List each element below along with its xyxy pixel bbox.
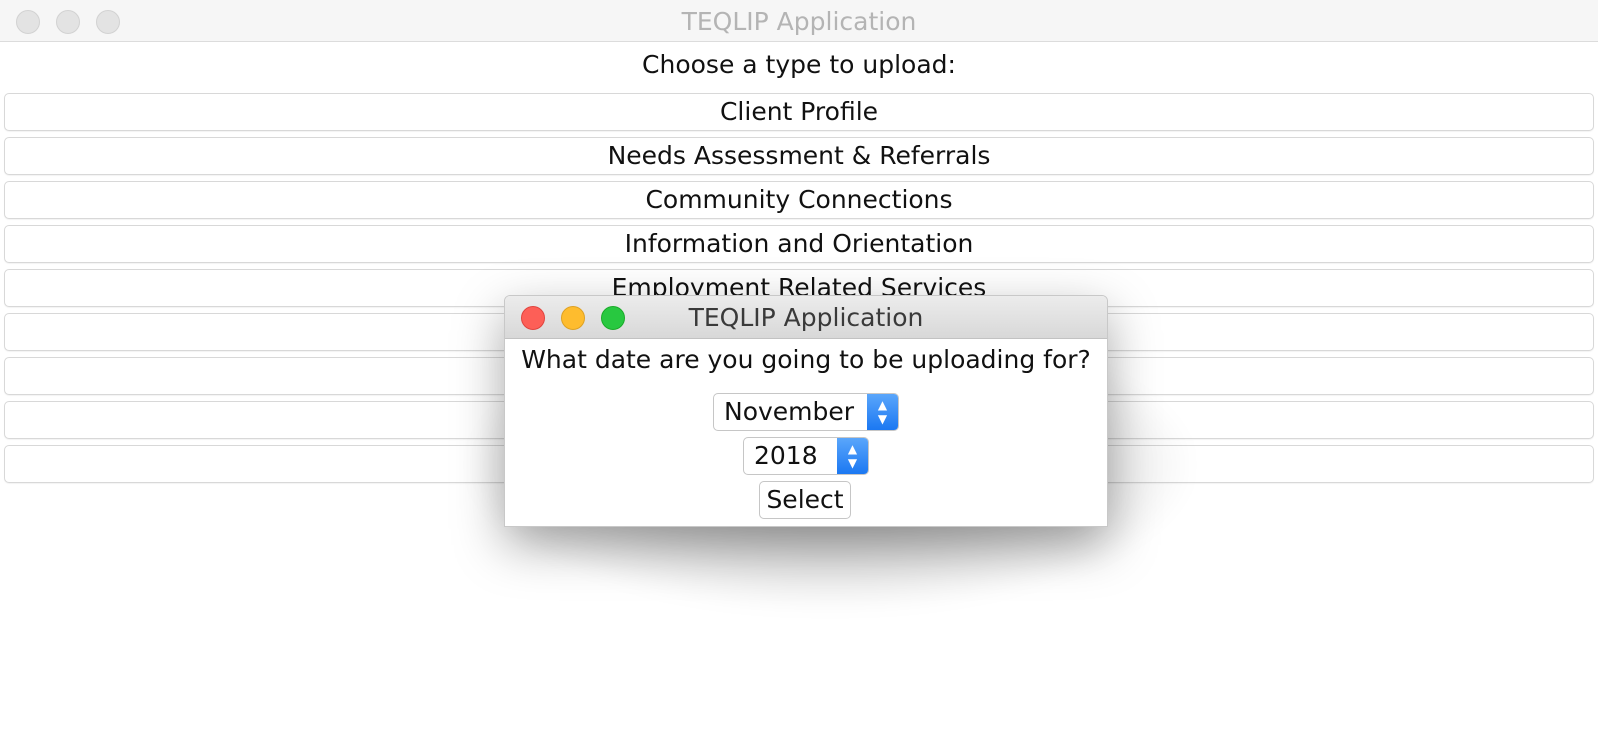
select-button[interactable]: Select xyxy=(759,481,851,519)
up-down-chevron-icon: ▲ ▼ xyxy=(837,438,868,474)
dialog-title: TEQLIP Application xyxy=(688,303,924,332)
upload-prompt: Choose a type to upload: xyxy=(642,50,956,79)
date-question: What date are you going to be uploading … xyxy=(521,345,1091,374)
month-value: November xyxy=(724,397,855,426)
information-orientation-button[interactable]: Information and Orientation xyxy=(4,225,1594,263)
up-down-chevron-icon: ▲ ▼ xyxy=(867,394,898,430)
year-select[interactable]: 2018 ▲ ▼ xyxy=(743,437,869,475)
month-select[interactable]: November ▲ ▼ xyxy=(713,393,899,431)
dialog-titlebar[interactable]: TEQLIP Application xyxy=(505,296,1107,339)
date-dialog: TEQLIP Application What date are you goi… xyxy=(504,295,1108,527)
window-title: TEQLIP Application xyxy=(681,7,917,36)
main-titlebar[interactable]: TEQLIP Application xyxy=(0,0,1598,42)
needs-assessment-button[interactable]: Needs Assessment & Referrals xyxy=(4,137,1594,175)
community-connections-button[interactable]: Community Connections xyxy=(4,181,1594,219)
client-profile-button[interactable]: Client Profile xyxy=(4,93,1594,131)
year-value: 2018 xyxy=(754,441,818,470)
